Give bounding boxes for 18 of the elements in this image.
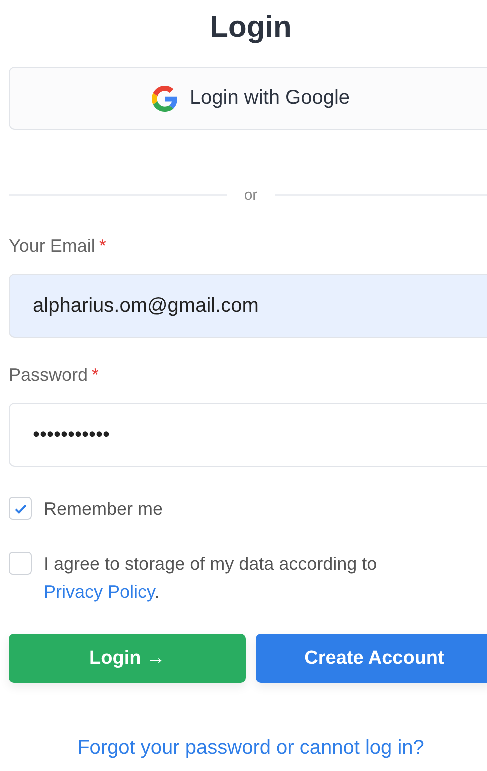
checkbox[interactable] bbox=[9, 552, 32, 575]
password-field[interactable]: ••••••••••• bbox=[9, 403, 487, 467]
field-label: Password bbox=[9, 365, 88, 385]
privacy-policy-link[interactable]: Privacy Policy bbox=[44, 582, 155, 602]
checkbox-label: I agree to storage of my data according to Privacy Policy. bbox=[44, 553, 378, 604]
checkbox-label: Remember me bbox=[44, 498, 164, 521]
required-mark: * bbox=[99, 236, 106, 256]
page-title: Login bbox=[209, 10, 293, 46]
divider-label: or bbox=[243, 186, 259, 204]
checkbox[interactable] bbox=[9, 497, 32, 520]
email-field[interactable]: alpharius.om@gmail.com bbox=[9, 274, 487, 338]
google-login-button[interactable]: Login with Google bbox=[9, 67, 487, 130]
required-mark: * bbox=[92, 365, 100, 385]
forgot-password-link[interactable]: Forgot your password or cannot log in? bbox=[78, 737, 424, 759]
google-logo-icon bbox=[152, 86, 178, 112]
field-label: Your Email bbox=[9, 236, 96, 256]
login-button[interactable]: Login → bbox=[9, 634, 246, 683]
create-account-button[interactable]: Create Account bbox=[256, 634, 487, 683]
